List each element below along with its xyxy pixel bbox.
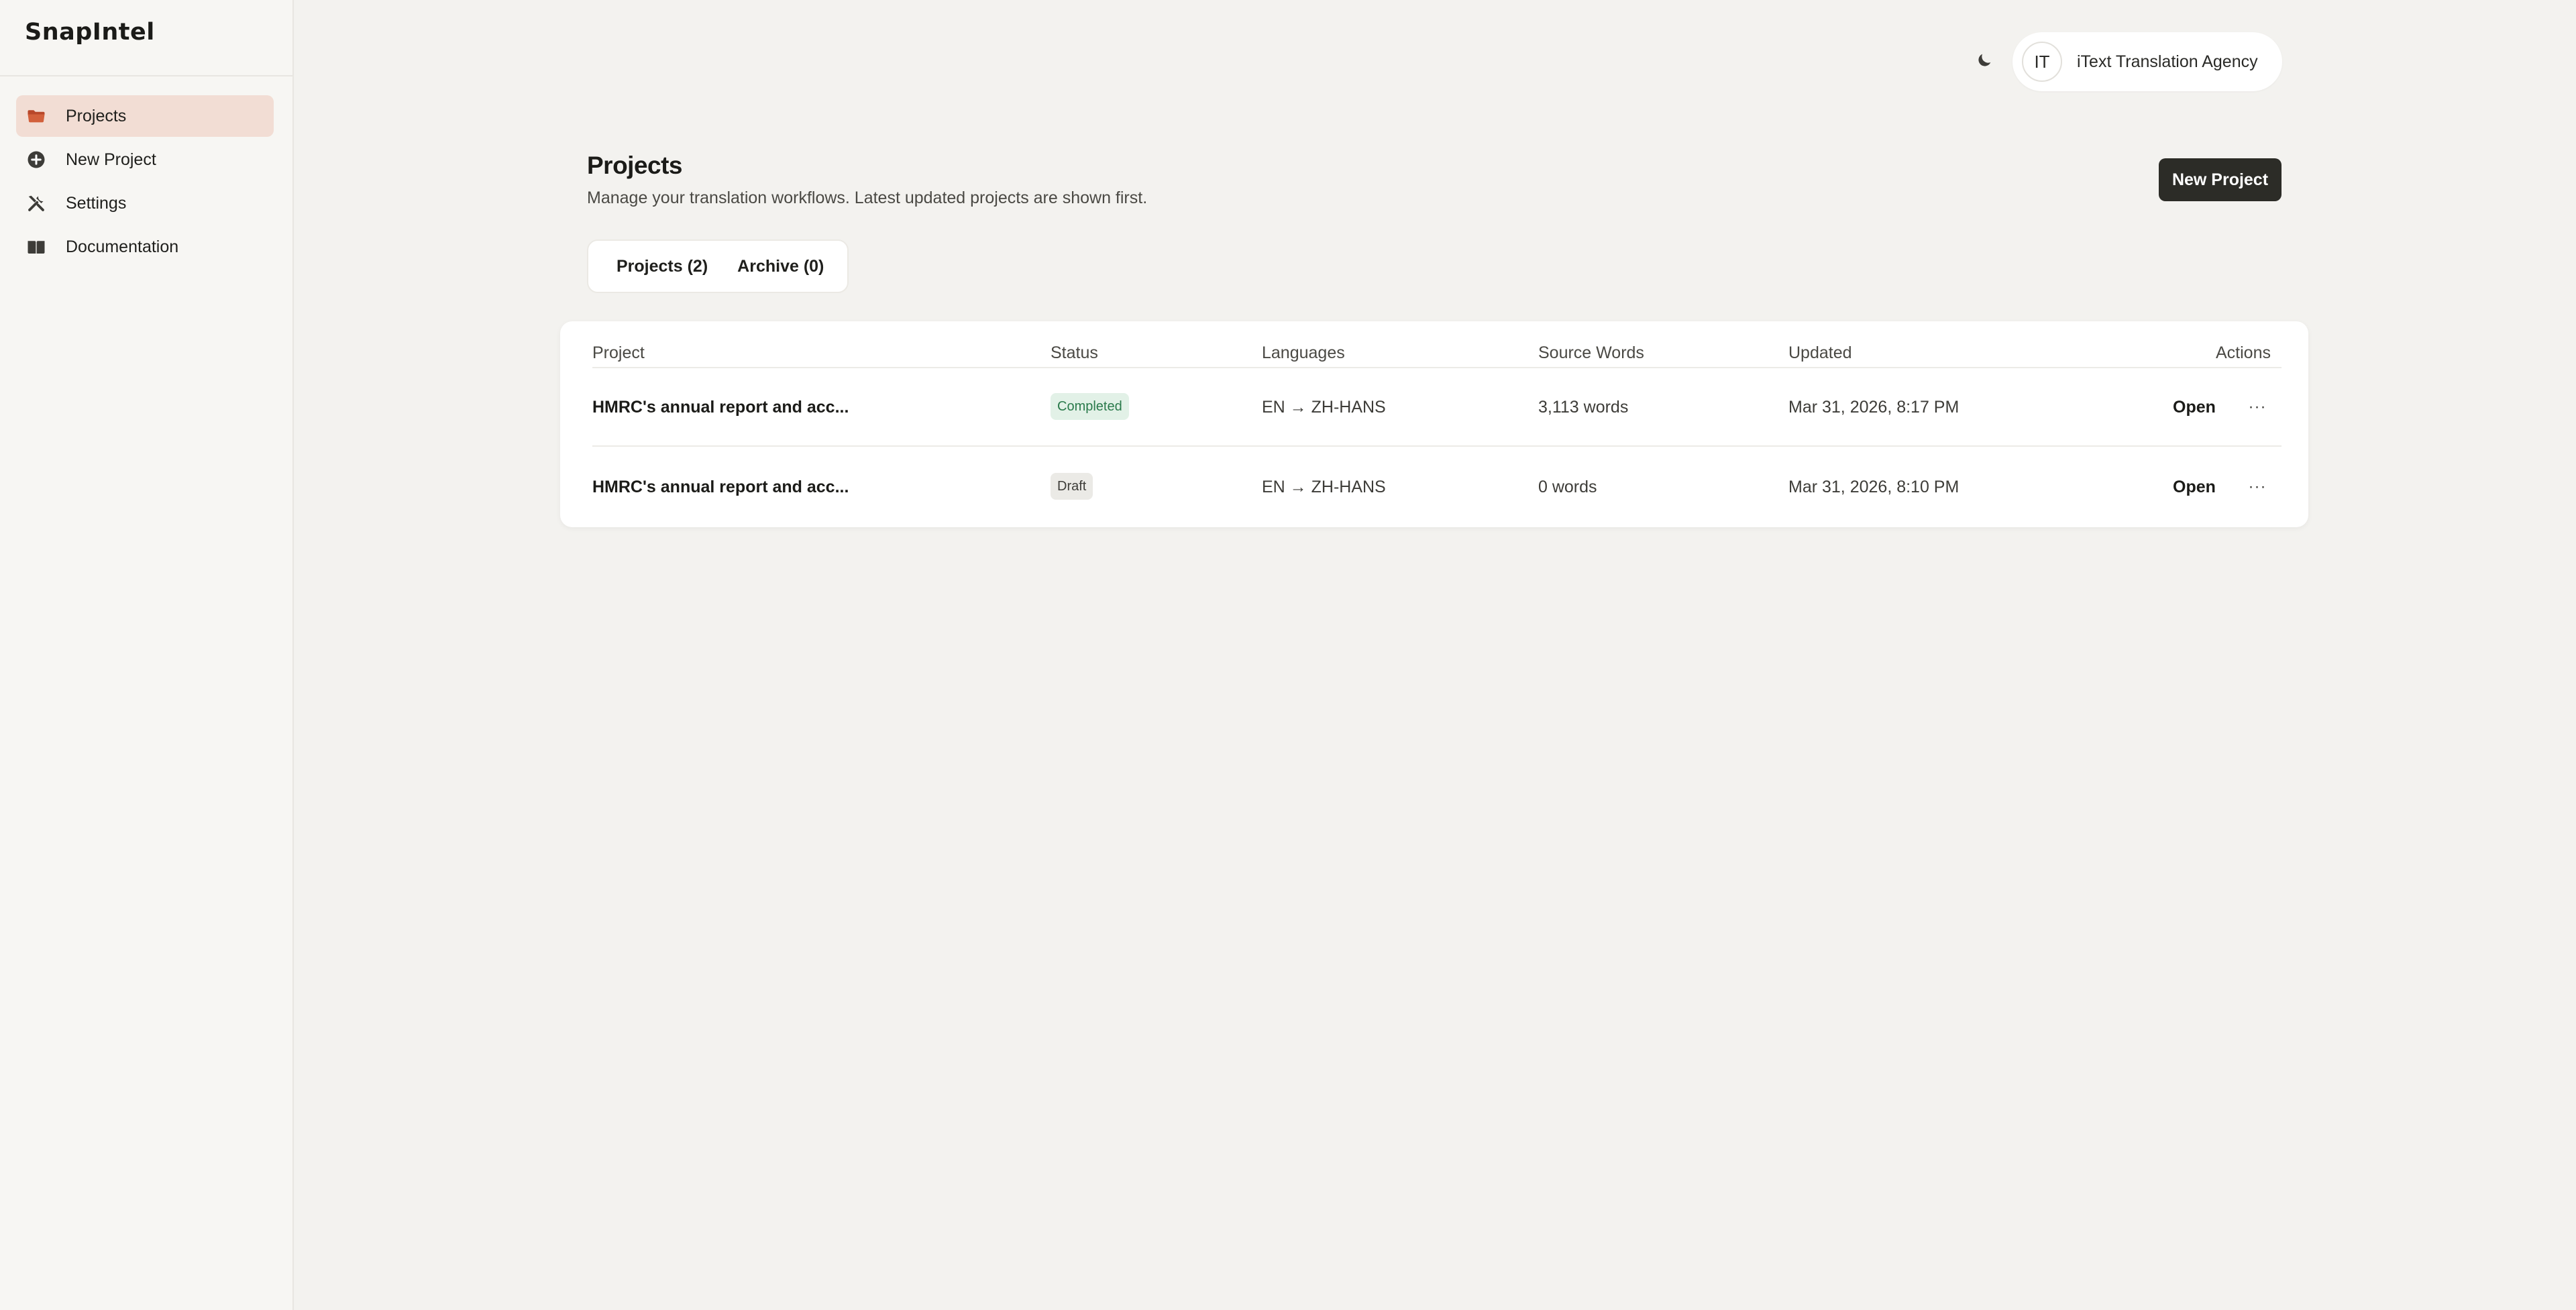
more-actions-icon[interactable]: ··· bbox=[2245, 475, 2269, 499]
source-words-cell: 0 words bbox=[1538, 478, 1597, 496]
open-button[interactable]: Open bbox=[2173, 478, 2216, 497]
table-row[interactable]: HMRC's annual report and acc... Draft EN… bbox=[560, 447, 2308, 527]
sidebar-item-label: New Project bbox=[66, 150, 156, 169]
sidebar-item-label: Documentation bbox=[66, 237, 179, 256]
languages-cell: EN → ZH-HANS bbox=[1262, 478, 1386, 496]
updated-cell: Mar 31, 2026, 8:10 PM bbox=[1788, 478, 1960, 496]
column-header-updated[interactable]: Updated bbox=[1788, 343, 1852, 363]
app-root: SnapIntel Projects New Project Settings bbox=[0, 0, 2576, 1310]
projects-table: Project Status Languages Source Words Up… bbox=[560, 321, 2308, 527]
column-header-source-words[interactable]: Source Words bbox=[1538, 343, 1644, 363]
project-tabs: Projects (2) Archive (0) bbox=[587, 239, 849, 293]
page-subtitle: Manage your translation workflows. Lates… bbox=[587, 188, 1148, 207]
moon-icon bbox=[1975, 51, 1994, 73]
sidebar-item-new-project[interactable]: New Project bbox=[16, 139, 274, 180]
sidebar-nav: Projects New Project Settings Documentat… bbox=[16, 95, 274, 270]
avatar: IT bbox=[2022, 42, 2062, 82]
sidebar-item-label: Settings bbox=[66, 193, 127, 213]
project-name[interactable]: HMRC's annual report and acc... bbox=[592, 478, 849, 497]
sidebar-item-documentation[interactable]: Documentation bbox=[16, 226, 274, 268]
user-menu[interactable]: IT iText Translation Agency bbox=[2012, 32, 2282, 91]
status-badge: Draft bbox=[1051, 473, 1093, 500]
sidebar: SnapIntel Projects New Project Settings bbox=[0, 0, 294, 1310]
table-row-divider bbox=[592, 445, 2282, 447]
source-words-cell: 3,113 words bbox=[1538, 398, 1629, 417]
tools-icon bbox=[25, 193, 47, 214]
sidebar-item-label: Projects bbox=[66, 106, 127, 125]
plus-circle-icon bbox=[25, 149, 47, 170]
column-header-status[interactable]: Status bbox=[1051, 343, 1098, 363]
open-button[interactable]: Open bbox=[2173, 398, 2216, 417]
sidebar-item-settings[interactable]: Settings bbox=[16, 182, 274, 224]
page-title: Projects bbox=[587, 152, 683, 179]
sidebar-item-projects[interactable]: Projects bbox=[16, 95, 274, 137]
book-icon bbox=[25, 236, 47, 258]
theme-toggle-button[interactable] bbox=[1971, 48, 1998, 75]
project-name[interactable]: HMRC's annual report and acc... bbox=[592, 398, 849, 417]
updated-cell: Mar 31, 2026, 8:17 PM bbox=[1788, 398, 1960, 417]
status-badge: Completed bbox=[1051, 393, 1129, 420]
user-name: iText Translation Agency bbox=[2077, 52, 2258, 71]
tab-archive[interactable]: Archive (0) bbox=[722, 246, 839, 286]
more-actions-icon[interactable]: ··· bbox=[2245, 395, 2269, 419]
new-project-button[interactable]: New Project bbox=[2159, 158, 2282, 201]
column-header-languages[interactable]: Languages bbox=[1262, 343, 1345, 363]
brand-logo[interactable]: SnapIntel bbox=[25, 19, 155, 46]
tab-projects[interactable]: Projects (2) bbox=[602, 246, 722, 286]
sidebar-divider bbox=[0, 75, 294, 76]
languages-cell: EN → ZH-HANS bbox=[1262, 398, 1386, 417]
folder-icon bbox=[25, 105, 47, 127]
column-header-actions: Actions bbox=[2216, 343, 2271, 362]
column-header-project[interactable]: Project bbox=[592, 343, 645, 363]
table-row[interactable]: HMRC's annual report and acc... Complete… bbox=[560, 368, 2308, 447]
